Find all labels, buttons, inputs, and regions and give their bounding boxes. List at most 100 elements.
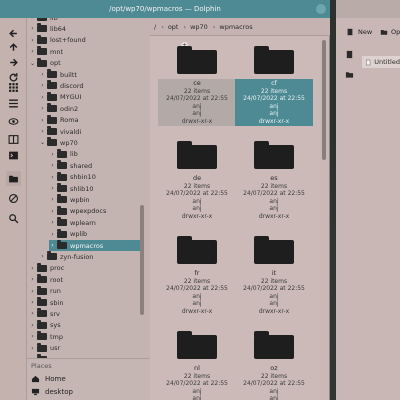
file-item[interactable]: +ce22 items24/07/2022 at 22:55anjanjdrwx… — [158, 36, 236, 126]
chevron-down-icon[interactable]: ⌄ — [29, 60, 36, 67]
tree-item[interactable]: › srv — [29, 308, 140, 319]
chevron-right-icon[interactable]: › — [29, 345, 36, 352]
tree-item[interactable]: › Roma — [39, 114, 140, 126]
chevron-right-icon[interactable]: › — [49, 219, 56, 226]
tree-item[interactable]: › usr — [29, 342, 140, 354]
file-item[interactable]: oz22 items24/07/2022 at 22:55anjanjdrwxr… — [235, 321, 313, 400]
chevron-right-icon[interactable]: › — [49, 231, 56, 238]
tree-item[interactable]: ⌄ wp70 — [39, 137, 140, 148]
tree-item[interactable]: › lib64 — [29, 23, 140, 34]
chevron-right-icon[interactable]: › — [29, 310, 36, 317]
file-perms: drwxr-xr-x — [181, 307, 213, 315]
file-item[interactable]: es 22 items 24/07/2022 at 22:55 anj anj drwxr… — [235, 131, 313, 220]
file-group: anj — [192, 110, 202, 117]
tree-item[interactable]: › proc — [29, 262, 140, 274]
tree-item[interactable]: › wpmacros — [49, 240, 140, 251]
file-item[interactable]: fr 22 items 24/07/2022 at 22:55 anj anj drwxr… — [158, 226, 236, 315]
chevron-right-icon[interactable]: › — [39, 82, 46, 89]
chevron-right-icon[interactable]: › — [39, 71, 46, 78]
folder-tree[interactable]: › lib › lib64 › lost+found › mnt ⌄ opt › builtt › dis… — [27, 18, 150, 358]
chevron-right-icon[interactable]: › — [29, 25, 36, 32]
tab-untitled[interactable]: Untitled — [362, 56, 400, 68]
document-icon[interactable] — [345, 50, 354, 59]
chevron-right-icon[interactable]: › — [49, 185, 56, 192]
breadcrumb-wpmacros[interactable]: wpmacros — [219, 23, 252, 31]
tree-scrollbar[interactable] — [140, 205, 144, 315]
back-icon[interactable] — [6, 26, 21, 41]
tree-item[interactable]: › root — [29, 274, 140, 285]
tree-item[interactable]: › builtt — [39, 69, 140, 80]
title-bar[interactable]: /opt/wp70/wpmacros — Dolphin — [0, 0, 330, 18]
hidden-files-icon[interactable] — [6, 191, 21, 206]
file-grid[interactable]: +ce22 items24/07/2022 at 22:55anjanjdrwx… — [150, 36, 320, 400]
tree-item[interactable]: › shared — [49, 160, 140, 171]
open-button[interactable]: Op — [380, 28, 400, 36]
tree-item[interactable]: › wpbin — [49, 194, 140, 205]
file-item[interactable]: cf 22 items 24/07/2022 at 22:55 anj anj drwxr… — [235, 36, 313, 126]
chevron-right-icon[interactable]: › — [29, 265, 36, 272]
tree-item[interactable]: ⌄ opt — [29, 57, 140, 69]
chevron-right-icon[interactable]: › — [29, 299, 36, 306]
list-view-icon[interactable] — [6, 96, 21, 111]
chevron-right-icon[interactable]: › — [49, 151, 56, 158]
chevron-right-icon[interactable]: › — [29, 18, 36, 21]
chevron-right-icon[interactable]: › — [29, 333, 36, 340]
terminal-icon[interactable] — [6, 148, 21, 163]
folder-icon[interactable] — [345, 70, 354, 79]
chevron-right-icon[interactable]: › — [39, 105, 46, 112]
forward-icon[interactable] — [6, 55, 21, 70]
chevron-down-icon[interactable]: ⌄ — [39, 139, 46, 146]
chevron-right-icon[interactable]: › — [39, 117, 46, 124]
chevron-right-icon[interactable]: › — [49, 242, 56, 249]
tree-item[interactable]: › lost+found — [29, 34, 140, 46]
second-window-titlebar[interactable] — [336, 0, 400, 18]
tree-item[interactable]: › shlib10 — [49, 183, 140, 194]
folder-icon[interactable] — [6, 171, 21, 186]
place-home[interactable]: Home — [31, 373, 66, 384]
tree-item[interactable]: › wpexpdocs — [49, 205, 140, 217]
tree-item[interactable]: › shbin10 — [49, 171, 140, 183]
chevron-right-icon[interactable]: › — [29, 322, 36, 329]
file-item[interactable]: nl22 items24/07/2022 at 22:55anjanjdrwxr… — [158, 321, 236, 400]
tree-item[interactable]: › mnt — [29, 46, 140, 57]
tree-item[interactable]: › vivaldi — [39, 126, 140, 137]
preview-icon[interactable] — [6, 114, 21, 129]
file-item[interactable]: de 22 items 24/07/2022 at 22:55 anj anj drwxr… — [158, 131, 236, 220]
chevron-right-icon[interactable]: › — [29, 37, 36, 44]
chevron-right-icon[interactable]: › — [49, 174, 56, 181]
breadcrumb-opt[interactable]: opt — [168, 23, 179, 31]
tree-item[interactable]: › discord — [39, 80, 140, 91]
breadcrumb-wp70[interactable]: wp70 — [190, 23, 208, 31]
chevron-right-icon[interactable]: › — [29, 276, 36, 283]
chevron-right-icon[interactable]: › — [29, 48, 36, 55]
grid-view-icon[interactable] — [6, 80, 21, 95]
chevron-right-icon[interactable]: › — [49, 196, 56, 203]
close-icon[interactable] — [316, 4, 326, 14]
file-grid-scrollbar[interactable] — [322, 40, 326, 160]
tree-item[interactable]: › sbin — [29, 297, 140, 308]
chevron-right-icon[interactable]: › — [39, 128, 46, 135]
tree-item[interactable]: › tmp — [29, 331, 140, 342]
tree-item[interactable]: › wplearn — [49, 217, 140, 228]
tree-item[interactable]: › lib — [29, 18, 140, 23]
chevron-right-icon[interactable]: › — [39, 94, 46, 101]
breadcrumb-root[interactable]: / — [154, 23, 156, 31]
tree-item[interactable]: › zyn-fusion — [39, 251, 140, 262]
chevron-right-icon[interactable]: › — [49, 162, 56, 169]
tree-item-label: vivaldi — [60, 127, 82, 136]
chevron-right-icon[interactable]: › — [39, 253, 46, 260]
tree-item[interactable]: › wplib — [49, 228, 140, 240]
search-icon[interactable] — [6, 211, 21, 226]
tree-item[interactable]: › run — [29, 285, 140, 297]
tree-item[interactable]: › sys — [29, 319, 140, 331]
up-icon[interactable] — [6, 40, 21, 55]
file-item[interactable]: it 22 items 24/07/2022 at 22:55 anj anj drwxr… — [235, 226, 313, 315]
tree-item[interactable]: › lib — [49, 148, 140, 160]
chevron-right-icon[interactable]: › — [29, 288, 36, 295]
split-icon[interactable] — [6, 132, 21, 147]
chevron-right-icon[interactable]: › — [49, 208, 56, 215]
new-button[interactable]: New — [346, 28, 372, 36]
tree-item[interactable]: › MYGUI — [39, 91, 140, 103]
tree-item[interactable]: › odin2 — [39, 103, 140, 114]
place-desktop[interactable]: desktop — [31, 386, 73, 397]
